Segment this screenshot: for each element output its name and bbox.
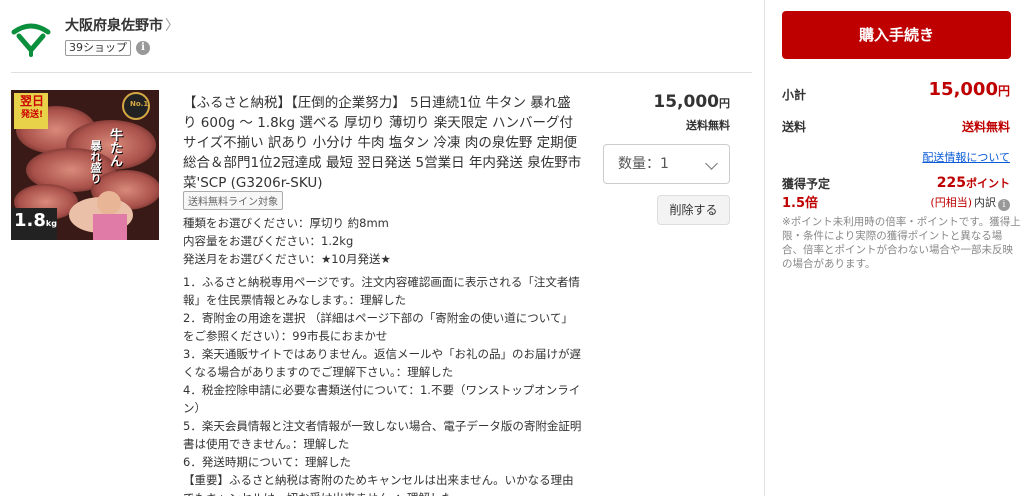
chevron-right-icon: 〉 <box>165 18 179 34</box>
note-item: 1．ふるさと納税専用ページです。注文内容確認画面に表示される「注文者情報」を住民… <box>183 275 580 307</box>
points-breakdown-link[interactable]: 内訳 <box>974 196 996 209</box>
image-name-line2: 暴れ盛り <box>89 140 102 184</box>
option-item: 内容量をお選びください：1.2kg <box>183 234 354 248</box>
image-badge-line2: 発送! <box>20 110 44 120</box>
image-size: 1.8 <box>14 210 46 231</box>
item-price-currency: 円 <box>719 97 730 110</box>
points-note: ※ポイント未利用時の倍率・ポイントです。獲得上限・条件により実際の獲得ポイントと… <box>782 216 1021 270</box>
shipping-info-link[interactable]: 配送情報について <box>922 149 1010 165</box>
note-item: 3．楽天通販サイトではありません。返信メールや「お礼の品」のお届けが遅くなる場合… <box>183 347 581 379</box>
image-name-line1: 牛たん <box>107 128 122 167</box>
note-item: 2．寄附金の用途を選択 （詳細はページ下部の「寄附金の使い道について」をご参照く… <box>183 311 573 343</box>
product-title-link[interactable]: 【ふるさと納税】【圧倒的企業努力】 5日連続1位 牛タン 暴れ盛り 600g ～… <box>183 93 583 193</box>
shipping-value: 送料無料 <box>961 120 1010 134</box>
note-item: 【重要】ふるさと納税は寄附のためキャンセルは出来ません。いかなる理由でもキャンセ… <box>183 473 574 496</box>
option-item: 種類をお選びください：厚切り 約8mm <box>183 216 389 230</box>
city-emblem-icon <box>11 18 51 58</box>
subtotal-label: 小計 <box>782 88 807 102</box>
note-list: 1．ふるさと納税専用ページです。注文内容確認画面に表示される「注文者情報」を住民… <box>183 273 583 496</box>
points-amount: 225 <box>936 175 966 191</box>
points-rate: 1.5倍 <box>782 196 819 211</box>
shop-name[interactable]: 大阪府泉佐野市 <box>65 18 163 34</box>
item-price: 15,000円 <box>653 92 730 112</box>
points-unit: ポイント <box>966 177 1010 190</box>
cart-item-section: 大阪府泉佐野市〉 39ショップ i 翌日 発送! No.1 牛たん 暴れ盛り 1… <box>0 0 764 496</box>
note-item: 6．発送時期について：理解した <box>183 455 351 469</box>
subtotal-amount: 15,000 <box>928 79 998 100</box>
points-sub: (円相当) 内訳 i <box>930 194 1010 211</box>
subtotal-value: 15,000円 <box>929 79 1010 100</box>
delete-button[interactable]: 削除する <box>657 195 730 225</box>
points-label: 獲得予定 <box>782 177 831 191</box>
note-item: 5．楽天会員情報と注文者情報が一致しない場合、電子データ版の寄附金証明書は使用で… <box>183 419 582 451</box>
shipping-label: 送料 <box>782 120 807 134</box>
item-shipping: 送料無料 <box>686 119 730 132</box>
divider <box>11 72 752 73</box>
info-icon[interactable]: i <box>998 199 1010 211</box>
quantity-select[interactable]: 数量：1 <box>603 144 730 184</box>
image-badge-line1: 翌日 <box>19 94 44 108</box>
points-equiv: (円相当) <box>930 196 972 209</box>
quantity-value: 数量：1 <box>618 156 669 172</box>
note-item: 4．税金控除申請に必要な書類送付について：1.不要（ワンストップオンライン） <box>183 383 581 415</box>
product-image[interactable]: 翌日 発送! No.1 牛たん 暴れ盛り 1.8kg <box>11 90 159 240</box>
checkout-button[interactable]: 購入手続き <box>782 11 1011 59</box>
rank-badge: No.1 <box>130 100 149 108</box>
option-item: 発送月をお選びください：★10月発送★ <box>183 252 391 266</box>
free-shipping-tag: 送料無料ライン対象 <box>183 191 283 210</box>
order-summary: 購入手続き 小計 15,000円 送料 送料無料 配送情報について 獲得予定 1… <box>764 0 1024 496</box>
item-price-value: 15,000 <box>653 92 719 112</box>
shop-badge: 39ショップ <box>65 40 131 56</box>
chevron-down-icon <box>705 157 718 170</box>
info-icon[interactable]: i <box>136 41 150 55</box>
shop-name-link[interactable]: 大阪府泉佐野市〉 <box>65 15 179 35</box>
option-list: 種類をお選びください：厚切り 約8mm 内容量をお選びください：1.2kg 発送… <box>183 214 583 268</box>
image-size-unit: kg <box>45 219 57 228</box>
points-value: 225ポイント <box>937 175 1010 191</box>
subtotal-currency: 円 <box>997 84 1010 98</box>
